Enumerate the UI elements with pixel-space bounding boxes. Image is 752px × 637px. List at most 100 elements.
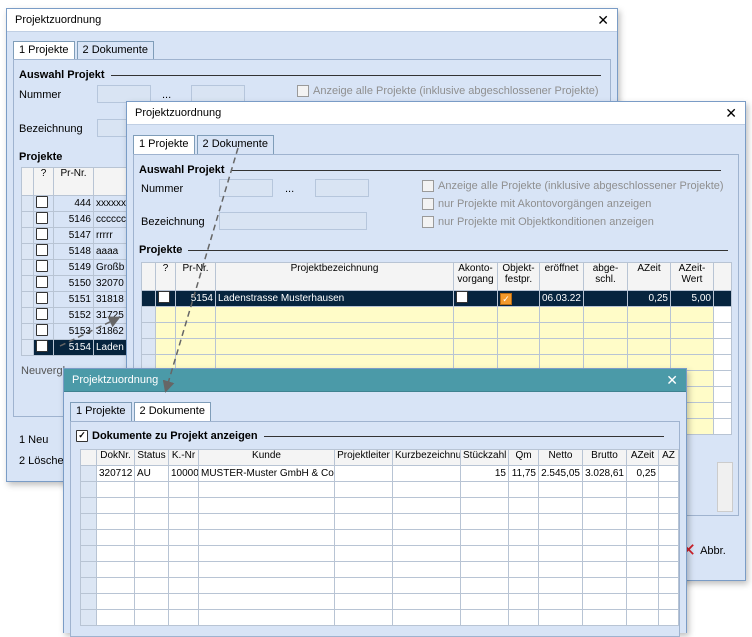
table-row-empty[interactable] (80, 561, 679, 578)
row-indicator (21, 307, 34, 324)
tab-projekte[interactable]: 1 Projekte (133, 135, 195, 155)
empty-cell (334, 577, 393, 594)
close-icon[interactable]: ✕ (597, 13, 609, 27)
empty-cell (658, 497, 679, 514)
tab-projekte[interactable]: 1 Projekte (13, 41, 75, 61)
header-projektleiter[interactable]: Projektleiter (334, 449, 393, 466)
neu-button[interactable]: 1 Neu (19, 434, 48, 446)
empty-cell (626, 545, 659, 562)
table-row-empty[interactable] (141, 306, 732, 323)
row-check[interactable] (33, 195, 54, 212)
table-row[interactable]: 5147 rrrrr (21, 227, 134, 244)
row-check[interactable] (33, 211, 54, 228)
cell-akonto[interactable] (453, 290, 498, 307)
table-row[interactable]: 5151 31818 (21, 291, 134, 308)
header-brutto[interactable]: Brutto (582, 449, 627, 466)
nummer-to-input[interactable] (315, 179, 369, 197)
header-qm[interactable]: Qm (508, 449, 539, 466)
row-check[interactable] (155, 290, 176, 307)
row-indicator (21, 291, 34, 308)
check-alle-projekte[interactable]: Anzeige alle Projekte (inklusive abgesch… (422, 180, 724, 192)
close-icon[interactable]: ✕ (725, 106, 737, 120)
table-row-selected[interactable]: 5154 Laden (21, 339, 134, 356)
cell-objekt[interactable]: ✓ (497, 290, 540, 307)
row-check[interactable] (33, 307, 54, 324)
header-pr-nr[interactable]: Pr-Nr. (53, 167, 94, 196)
header-netto[interactable]: Netto (538, 449, 583, 466)
row-check[interactable] (33, 323, 54, 340)
row-check[interactable] (33, 291, 54, 308)
header-knr[interactable]: K.-Nr (168, 449, 199, 466)
header-stueckzahl[interactable]: Stückzahl (460, 449, 509, 466)
table-row-empty[interactable] (80, 481, 679, 498)
empty-cell (508, 545, 539, 562)
table-row-empty[interactable] (80, 593, 679, 610)
label-bezeichnung: Bezeichnung (141, 216, 205, 228)
header-q[interactable]: ? (33, 167, 54, 196)
empty-cell (334, 561, 393, 578)
table-row[interactable]: 5152 31725 (21, 307, 134, 324)
table-row[interactable]: 5148 aaaa (21, 243, 134, 260)
table-row-selected[interactable]: 5154 Ladenstrasse Musterhausen ✓ 06.03.2… (141, 290, 732, 307)
empty-cell (460, 609, 509, 626)
table-row-empty[interactable] (80, 609, 679, 626)
header-doknr[interactable]: DokNr. (96, 449, 135, 466)
checkbox-icon (36, 324, 48, 336)
bezeichnung-input[interactable] (219, 212, 367, 230)
header-projektbezeichnung[interactable]: Projektbezeichnung (215, 262, 454, 291)
header-status[interactable]: Status (134, 449, 169, 466)
check-alle-projekte[interactable]: Anzeige alle Projekte (inklusive abgesch… (297, 85, 599, 97)
row-check[interactable] (33, 227, 54, 244)
tab-projekte[interactable]: 1 Projekte (70, 402, 132, 422)
header-abgeschl[interactable]: abge-schl. (583, 262, 628, 291)
table-row-empty[interactable] (141, 338, 732, 355)
abbr-button[interactable]: ✕ Abbr. (681, 540, 726, 561)
empty-cell (626, 593, 659, 610)
check-akonto-label: nur Projekte mit Akontovorgängen anzeige… (438, 198, 652, 210)
table-row-empty[interactable] (80, 577, 679, 594)
header-eroeffnet[interactable]: eröffnet (539, 262, 584, 291)
row-check[interactable] (33, 339, 54, 356)
table-row[interactable]: 444 xxxxxxx (21, 195, 134, 212)
row-check[interactable] (33, 259, 54, 276)
table-row-empty[interactable] (141, 322, 732, 339)
cell-filler (713, 322, 732, 339)
empty-cell (627, 322, 671, 339)
check-akonto[interactable]: nur Projekte mit Akontovorgängen anzeige… (422, 198, 651, 210)
table-row[interactable]: 5149 Großb (21, 259, 134, 276)
close-icon[interactable]: ✕ (666, 373, 678, 387)
empty-cell (168, 545, 199, 562)
table-row[interactable]: 5153 31862 (21, 323, 134, 340)
tab-dokumente[interactable]: 2 Dokumente (76, 41, 154, 61)
row-indicator (21, 195, 34, 212)
table-row[interactable]: 5150 32070 (21, 275, 134, 292)
table-row[interactable]: 5146 cccccc (21, 211, 134, 228)
header-kurzbezeichnung[interactable]: Kurzbezeichnung (392, 449, 461, 466)
nummer-from-input[interactable] (219, 179, 273, 197)
row-check[interactable] (33, 275, 54, 292)
empty-cell (155, 338, 176, 355)
empty-cell (539, 322, 584, 339)
table-row-empty[interactable] (80, 529, 679, 546)
header-azeit[interactable]: AZeit (627, 262, 671, 291)
checkbox-checked-icon[interactable]: ✓ (76, 430, 88, 442)
header-azeit[interactable]: AZeit (626, 449, 659, 466)
header-objektfestpr[interactable]: Objekt-festpr. (497, 262, 540, 291)
header-azeit-wert[interactable]: AZeit-Wert (670, 262, 714, 291)
header-az[interactable]: AZ (658, 449, 679, 466)
table-row-empty[interactable] (80, 545, 679, 562)
header-akontovorgang[interactable]: Akonto-vorgang (453, 262, 498, 291)
header-kunde[interactable]: Kunde (198, 449, 335, 466)
tab-dokumente[interactable]: 2 Dokumente (196, 135, 274, 155)
table-row-empty[interactable] (80, 497, 679, 514)
vertical-scrollbar[interactable] (717, 462, 733, 512)
header-q[interactable]: ? (155, 262, 176, 291)
tab-dokumente[interactable]: 2 Dokumente (133, 402, 211, 422)
table-row[interactable]: 320712 AU 10000 MUSTER-Muster GmbH & Co … (80, 465, 679, 482)
header-pr-nr[interactable]: Pr-Nr. (175, 262, 216, 291)
row-check[interactable] (33, 243, 54, 260)
cell-filler (713, 370, 732, 387)
table-row-empty[interactable] (80, 513, 679, 530)
bezeichnung-input[interactable] (97, 119, 129, 137)
check-objekt[interactable]: nur Projekte mit Objektkonditionen anzei… (422, 216, 654, 228)
